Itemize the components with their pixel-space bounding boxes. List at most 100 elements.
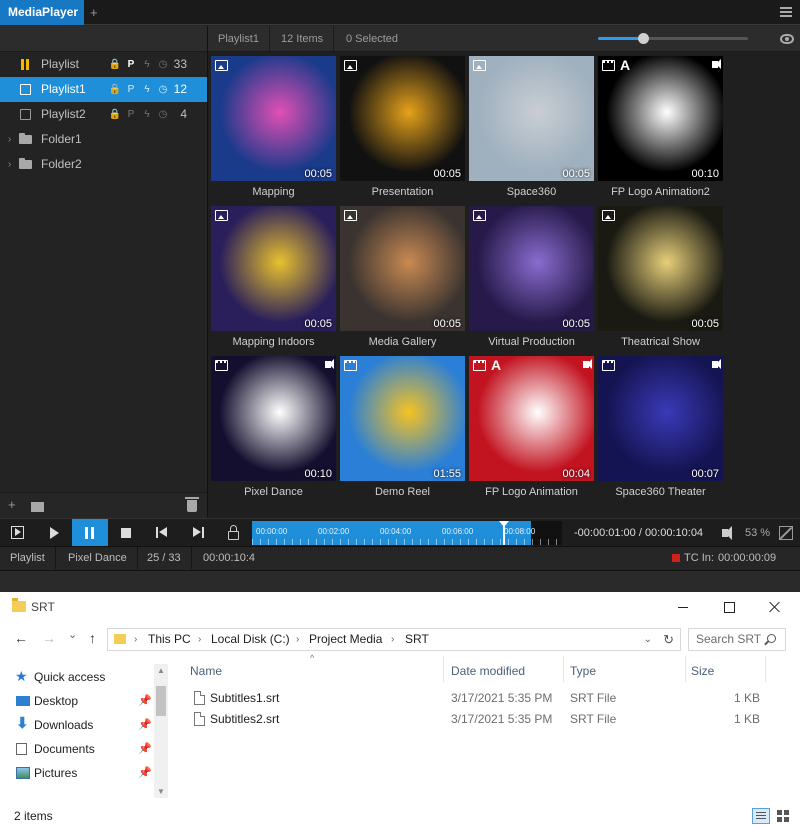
search-icon[interactable] (767, 634, 776, 643)
nav-item-quick-access[interactable]: ★ Quick access (15, 666, 105, 688)
column-header-name[interactable]: Name (190, 664, 222, 688)
breadcrumb-this-pc[interactable]: This PC (148, 629, 191, 650)
media-tile[interactable]: 01:55 Demo Reel (340, 356, 465, 502)
column-divider[interactable] (685, 656, 686, 682)
breadcrumb-separator[interactable]: › (391, 629, 394, 650)
media-tile[interactable]: 00:10 Pixel Dance (211, 356, 336, 502)
add-folder-icon[interactable] (31, 502, 44, 512)
media-thumbnail[interactable] (211, 356, 336, 481)
add-playlist-button[interactable]: + (8, 497, 16, 512)
media-tile[interactable]: 00:07 Space360 Theater (598, 356, 723, 502)
lock-icon[interactable] (228, 525, 239, 540)
media-thumbnail[interactable] (469, 56, 594, 181)
pin-icon[interactable]: 📌 (138, 762, 152, 784)
playlist-item-playlist2[interactable]: Playlist2 🔒 Pϟ ◷ 4 (0, 102, 207, 127)
nav-item-pictures[interactable]: Pictures 📌 (16, 762, 152, 784)
media-thumbnail[interactable] (340, 356, 465, 481)
media-thumbnail[interactable] (469, 356, 594, 481)
pin-icon[interactable]: 📌 (138, 690, 152, 712)
media-thumbnail[interactable] (469, 206, 594, 331)
timeline-scrubber[interactable]: 00:00:00 00:02:00 00:04:00 00:06:00 00:0… (252, 521, 562, 545)
media-thumbnail[interactable] (340, 56, 465, 181)
column-divider[interactable] (563, 656, 564, 682)
media-thumbnail[interactable] (211, 56, 336, 181)
column-divider[interactable] (443, 656, 444, 682)
media-tile[interactable]: A 00:04 FP Logo Animation (469, 356, 594, 502)
breadcrumb-srt[interactable]: SRT (405, 629, 429, 650)
media-tile[interactable]: 00:05 Presentation (340, 56, 465, 202)
p-flag-icon[interactable]: P (123, 52, 139, 77)
bolt-icon[interactable]: ϟ (139, 52, 155, 77)
next-button[interactable] (180, 519, 216, 547)
details-view-icon[interactable] (752, 808, 770, 824)
play-mode-button[interactable] (0, 519, 36, 547)
expand-chevron-icon[interactable]: › (8, 127, 11, 152)
volume-percent[interactable]: 53 % (745, 519, 770, 547)
expand-chevron-icon[interactable]: › (8, 152, 11, 177)
breadcrumb-separator[interactable]: › (134, 629, 137, 650)
close-button[interactable] (752, 592, 798, 622)
trash-icon[interactable] (185, 497, 199, 512)
folder-item-folder2[interactable]: › Folder2 (0, 152, 207, 177)
media-tile[interactable]: 00:05 Media Gallery (340, 206, 465, 352)
folder-item-folder1[interactable]: › Folder1 (0, 127, 207, 152)
media-tile[interactable]: 00:05 Mapping Indoors (211, 206, 336, 352)
media-tile[interactable]: 00:05 Theatrical Show (598, 206, 723, 352)
clock-icon[interactable]: ◷ (155, 52, 171, 77)
pin-icon[interactable]: 📌 (138, 738, 152, 760)
playhead[interactable] (499, 521, 509, 545)
nav-pane-scrollbar[interactable]: ▲ ▼ (154, 664, 168, 798)
media-tile[interactable]: 00:05 Virtual Production (469, 206, 594, 352)
media-tile[interactable]: 00:05 Space360 (469, 56, 594, 202)
media-thumbnail[interactable] (340, 206, 465, 331)
recent-locations-chevron-icon[interactable]: ⌄ (68, 628, 77, 641)
forward-arrow-icon[interactable]: → (42, 630, 56, 646)
lock-icon[interactable]: 🔒 (107, 77, 123, 102)
p-flag-icon[interactable]: P (123, 102, 139, 127)
breadcrumb-separator[interactable]: › (296, 629, 299, 650)
minimize-button[interactable] (660, 592, 706, 622)
nav-item-documents[interactable]: Documents 📌 (16, 738, 152, 760)
bolt-icon[interactable]: ϟ (139, 102, 155, 127)
eye-icon[interactable] (780, 34, 794, 44)
scroll-down-icon[interactable]: ▼ (157, 787, 165, 796)
scroll-up-icon[interactable]: ▲ (157, 666, 165, 675)
breadcrumb-local-disk[interactable]: Local Disk (C:) (211, 629, 290, 650)
file-row[interactable]: Subtitles1.srt 3/17/2021 5:35 PM SRT Fil… (190, 688, 790, 709)
breadcrumb-project-media[interactable]: Project Media (309, 629, 382, 650)
column-header-size[interactable]: Size (691, 664, 714, 688)
large-icons-view-icon[interactable] (776, 809, 790, 823)
address-bar[interactable]: › This PC › Local Disk (C:) › Project Me… (107, 628, 681, 651)
fullscreen-toggle-icon[interactable] (779, 526, 793, 540)
nav-item-downloads[interactable]: ⬇ Downloads 📌 (16, 714, 152, 736)
tab-mediaplayer[interactable]: MediaPlayer (0, 0, 84, 25)
maximize-button[interactable] (706, 592, 752, 622)
volume-icon[interactable] (722, 526, 732, 540)
refresh-icon[interactable]: ↻ (663, 629, 674, 650)
pause-button[interactable] (72, 519, 108, 547)
playlist-item-playlist[interactable]: Playlist 🔒 Pϟ ◷ 33 (0, 52, 207, 77)
slider-handle[interactable] (638, 33, 649, 44)
media-thumbnail[interactable] (211, 206, 336, 331)
previous-button[interactable] (144, 519, 180, 547)
nav-item-desktop[interactable]: Desktop 📌 (16, 690, 152, 712)
media-thumbnail[interactable] (598, 356, 723, 481)
add-tab-button[interactable]: + (90, 0, 98, 25)
column-header-type[interactable]: Type (570, 664, 596, 688)
breadcrumb-separator[interactable]: › (198, 629, 201, 650)
lock-icon[interactable]: 🔒 (107, 102, 123, 127)
bolt-icon[interactable]: ϟ (139, 77, 155, 102)
file-row[interactable]: Subtitles2.srt 3/17/2021 5:35 PM SRT Fil… (190, 709, 790, 730)
column-header-date[interactable]: Date modified (451, 664, 525, 688)
stop-button[interactable] (108, 519, 144, 547)
up-arrow-icon[interactable]: ↑ (89, 630, 96, 646)
playlist-item-playlist1[interactable]: Playlist1 🔒 Pϟ ◷ 12 (0, 77, 207, 102)
back-arrow-icon[interactable]: ← (14, 630, 28, 646)
search-input[interactable]: Search SRT (688, 628, 786, 651)
media-tile[interactable]: 00:05 Mapping (211, 56, 336, 202)
play-button[interactable] (36, 519, 72, 547)
media-thumbnail[interactable] (598, 206, 723, 331)
lock-icon[interactable]: 🔒 (107, 52, 123, 77)
hamburger-menu-icon[interactable] (780, 7, 792, 17)
media-tile[interactable]: A 00:10 FP Logo Animation2 (598, 56, 723, 202)
